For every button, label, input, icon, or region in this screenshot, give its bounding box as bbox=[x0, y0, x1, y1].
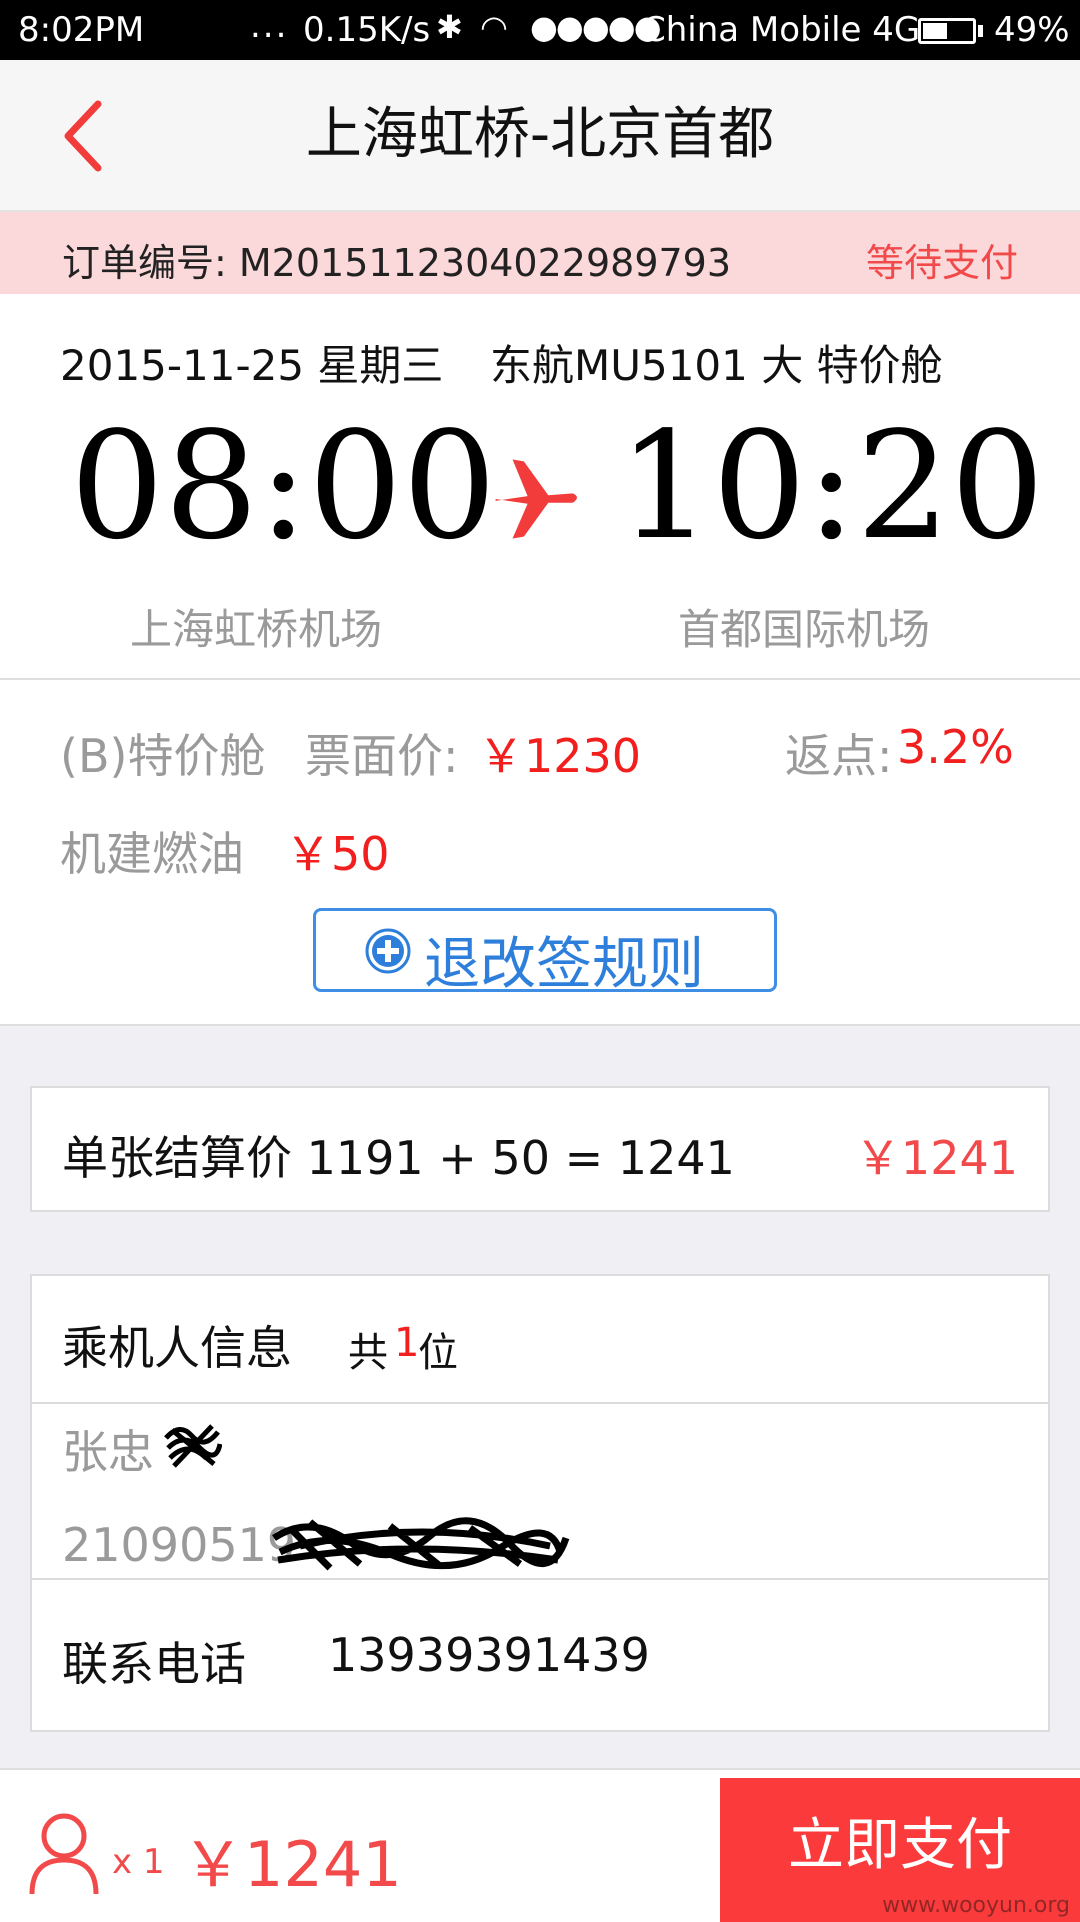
flight-date: 2015-11-25 星期三 bbox=[60, 341, 444, 390]
ticket-price-value: ￥1230 bbox=[478, 729, 642, 783]
status-battery-percent: 49% bbox=[994, 10, 1070, 50]
settlement-value: ￥1241 bbox=[854, 1131, 1018, 1185]
settlement-formula: 单张结算价 1191 + 50 = 1241 bbox=[62, 1131, 735, 1185]
battery-tip bbox=[978, 25, 983, 37]
passenger-title: 乘机人信息 bbox=[62, 1321, 292, 1375]
order-bar: 订单编号: M20151123040229897​93 等待支付 bbox=[0, 212, 1080, 294]
refund-rules-button[interactable]: 退改签规则 bbox=[313, 908, 777, 997]
watermark: www.wooyun.org bbox=[882, 1893, 1070, 1918]
contact-phone: 13939391439 bbox=[328, 1628, 650, 1682]
passenger-name: 张忠 bbox=[62, 1425, 154, 1479]
redaction-scribble bbox=[272, 1517, 570, 1571]
fare-section: (B)特价舱 票面价: ￥1230 返点: 3.2% 机建燃油 ￥50 退改签规… bbox=[0, 680, 1080, 1026]
battery-icon bbox=[918, 18, 976, 44]
passenger-quantity: x 1 bbox=[112, 1842, 165, 1882]
passenger-count-prefix: 共 bbox=[348, 1330, 388, 1376]
pay-now-button[interactable]: 立即支付 www.wooyun.org bbox=[720, 1778, 1080, 1922]
chevron-left-icon bbox=[64, 100, 102, 172]
plane-icon bbox=[495, 459, 577, 539]
bluetooth-icon: ✱ bbox=[436, 8, 463, 46]
status-bar: 8:02PM ... 0.15K/s ✱ ◠ ●●●●● China Mobil… bbox=[0, 0, 1080, 60]
contact-label: 联系电话 bbox=[62, 1637, 246, 1691]
ticket-price-label: 票面价: bbox=[305, 729, 459, 783]
signal-icon: ●●●●● bbox=[530, 8, 662, 46]
flight-number: 东航MU5101 大 特价舱 bbox=[490, 341, 943, 390]
divider bbox=[32, 1402, 1048, 1404]
header: 上海虹桥-北京首都 bbox=[0, 60, 1080, 212]
passenger-id: 21090519 bbox=[62, 1518, 297, 1572]
passenger-count: 1 bbox=[394, 1320, 420, 1366]
divider bbox=[32, 1578, 1048, 1580]
wifi-icon: ◠ bbox=[480, 8, 508, 46]
arrival-time: 10:20 bbox=[618, 400, 1045, 572]
arrival-airport: 首都国际机场 bbox=[678, 605, 931, 654]
departure-time: 08:00 bbox=[70, 400, 497, 572]
back-button[interactable] bbox=[58, 98, 118, 174]
status-activity: ... bbox=[250, 6, 289, 46]
tax-value: ￥50 bbox=[285, 827, 390, 881]
rebate-value: 3.2% bbox=[897, 720, 1014, 774]
status-net-speed: 0.15K/s bbox=[303, 10, 431, 50]
order-number: 订单编号: M20151123040229897​93 bbox=[62, 241, 732, 285]
total-price: ￥1241 bbox=[182, 1828, 402, 1901]
cabin-class: (B)特价舱 bbox=[60, 729, 266, 783]
bottom-bar: x 1 ￥1241 立即支付 www.wooyun.org bbox=[0, 1768, 1080, 1922]
redaction-scribble bbox=[164, 1424, 222, 1468]
page-title: 上海虹桥-北京首都 bbox=[305, 102, 775, 167]
user-icon bbox=[29, 1813, 99, 1895]
order-status: 等待支付 bbox=[865, 241, 1018, 285]
flight-card: 2015-11-25 星期三 东航MU5101 大 特价舱 08:00 10:2… bbox=[0, 294, 1080, 680]
departure-airport: 上海虹桥机场 bbox=[130, 605, 383, 654]
rebate-label: 返点: bbox=[785, 729, 893, 783]
status-carrier: China Mobile 4G bbox=[642, 10, 921, 50]
settlement-card: 单张结算价 1191 + 50 = 1241 ￥1241 bbox=[30, 1086, 1050, 1212]
tax-label: 机建燃油 bbox=[60, 827, 244, 881]
refund-rules-label: 退改签规则 bbox=[424, 932, 704, 997]
status-time: 8:02PM bbox=[18, 10, 145, 50]
passenger-card: 乘机人信息 共 1 位 张忠 21090519 联系电话 13939391439 bbox=[30, 1274, 1050, 1732]
plus-circle-icon bbox=[365, 928, 411, 974]
passenger-count-suffix: 位 bbox=[418, 1330, 458, 1376]
